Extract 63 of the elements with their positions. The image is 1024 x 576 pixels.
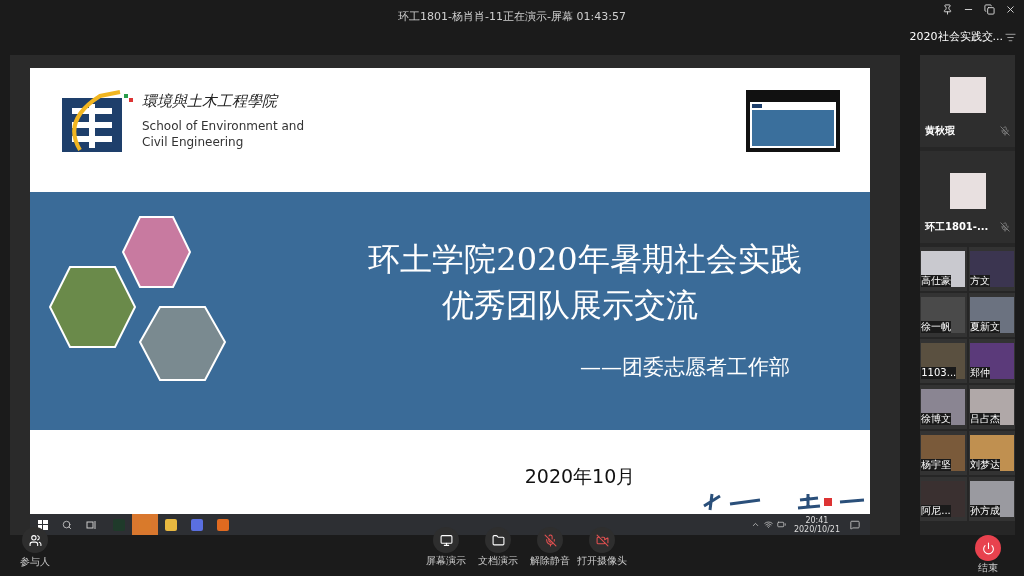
folder-icon xyxy=(491,533,505,547)
camera-off-icon xyxy=(595,533,609,547)
speaker-name: 环工1801-... xyxy=(925,220,989,234)
toolbar-button[interactable]: 解除静音 xyxy=(524,527,576,567)
participant-name: 杨宇坚 xyxy=(921,459,952,471)
participant-tile[interactable]: 夏新文 xyxy=(968,293,1015,337)
search-icon[interactable] xyxy=(62,519,72,530)
avatar-placeholder xyxy=(949,173,986,209)
screen-share-icon xyxy=(439,533,453,547)
speaker-tile[interactable]: 环工1801-... xyxy=(920,151,1015,243)
participant-name: 吕占杰 xyxy=(969,413,1000,425)
notification-icon[interactable] xyxy=(850,519,860,530)
participant-name: 阿尼... xyxy=(921,505,951,517)
school-name: School of Environment and xyxy=(142,118,305,134)
participant-name: 孙方成 xyxy=(969,505,1000,517)
participant-tile[interactable]: 方文 xyxy=(968,247,1015,291)
participant-tile[interactable]: 郑仲 xyxy=(968,339,1015,383)
window-title: 环工1801-杨肖肖-11正在演示-屏幕 01:43:57 xyxy=(398,9,626,23)
slide-subtitle: ——团委志愿者工作部 xyxy=(580,354,790,381)
windows-logo-icon[interactable] xyxy=(38,519,48,530)
logo-script: 環境與土木工程學院 xyxy=(142,91,280,112)
participant-tile[interactable]: 1103... xyxy=(920,339,967,383)
school-logo-icon xyxy=(60,90,134,154)
participant-tile[interactable]: 孙方成 xyxy=(968,477,1015,521)
slide-date: 2020年10月 xyxy=(524,463,636,489)
slide-title: 优秀团队展示交流 xyxy=(442,285,698,326)
pin-icon[interactable] xyxy=(942,4,953,15)
toolbar-button[interactable]: 文档演示 xyxy=(472,527,524,567)
taskbar-date: 2020/10/21 xyxy=(793,524,840,534)
participant-name: 徐一帆 xyxy=(921,321,952,333)
power-icon xyxy=(981,541,995,555)
participant-name: 徐博文 xyxy=(921,413,952,425)
participant-tile[interactable]: 徐博文 xyxy=(920,385,967,429)
taskbar-time: 20:41 xyxy=(805,515,829,525)
screen-preview-thumbnail[interactable] xyxy=(746,90,840,152)
participant-name: 刘梦达 xyxy=(969,459,1000,471)
chevron-up-icon[interactable] xyxy=(750,520,760,529)
speaker-tile[interactable]: 黄秋瑕 xyxy=(920,55,1015,147)
users-icon xyxy=(28,533,42,547)
restore-icon[interactable] xyxy=(984,4,995,15)
participant-name: 郑仲 xyxy=(969,367,990,379)
task-view-icon[interactable] xyxy=(86,519,96,530)
meeting-title: 2020社会实践交... xyxy=(909,29,1003,45)
participant-tile[interactable]: 吕占杰 xyxy=(968,385,1015,429)
slide-title: 环土学院2020年暑期社会实践 xyxy=(368,239,802,280)
participant-name: 夏新文 xyxy=(969,321,1000,333)
speaker-name: 黄秋瑕 xyxy=(925,124,955,138)
participant-tile[interactable]: 杨宇坚 xyxy=(920,431,967,475)
participant-name: 高仕豪 xyxy=(921,275,952,287)
avatar-placeholder xyxy=(949,77,986,113)
mic-muted-icon xyxy=(543,533,557,547)
participant-tile[interactable]: 刘梦达 xyxy=(968,431,1015,475)
list-icon[interactable] xyxy=(1005,31,1016,43)
close-icon[interactable] xyxy=(1005,4,1016,15)
toolbar-button[interactable]: 打开摄像头 xyxy=(576,527,628,567)
participant-name: 1103... xyxy=(921,367,957,379)
participant-tile[interactable]: 阿尼... xyxy=(920,477,967,521)
wifi-icon[interactable] xyxy=(763,520,773,529)
participant-tile[interactable]: 徐一帆 xyxy=(920,293,967,337)
school-name: Civil Engineering xyxy=(142,134,245,150)
participant-tile[interactable]: 高仕豪 xyxy=(920,247,967,291)
toolbar-button[interactable]: 屏幕演示 xyxy=(420,527,472,567)
participant-name: 方文 xyxy=(969,275,990,287)
